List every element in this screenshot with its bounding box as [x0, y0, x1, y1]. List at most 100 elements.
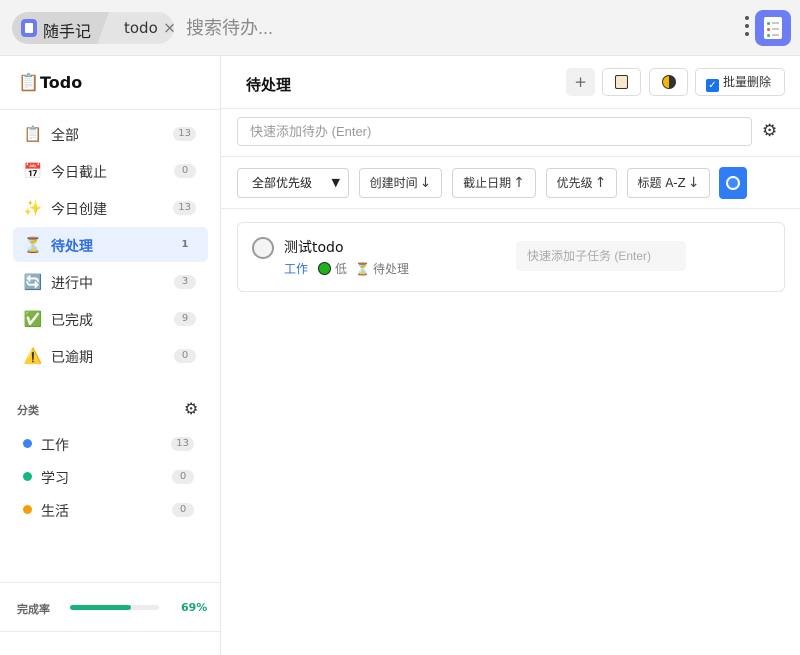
refresh-button[interactable] — [719, 167, 747, 199]
search-input[interactable] — [186, 14, 646, 42]
category-tag[interactable]: 工作 — [284, 262, 308, 276]
completion-progress-fill — [70, 605, 132, 610]
sort-due-label: 截止日期 — [463, 176, 512, 190]
count-badge: 3 — [174, 275, 196, 289]
checkbox-icon: ✓ — [706, 79, 719, 92]
clipboard-icon: 📋 — [23, 125, 43, 143]
status-label: 待处理 — [372, 262, 409, 276]
clipboard-icon: 📋 — [18, 73, 40, 93]
count-badge: 1 — [181, 239, 189, 250]
gear-icon[interactable]: ⚙ — [184, 399, 198, 418]
arrow-down-icon: ↓ — [419, 175, 432, 191]
count-badge: 13 — [171, 437, 194, 451]
subtask-input[interactable] — [516, 241, 686, 271]
priority-label: 低 — [335, 262, 348, 276]
todo-title[interactable]: 测试todo — [284, 237, 344, 257]
sort-created-label: 创建时间 — [369, 176, 418, 190]
arrow-up-icon: ↑ — [513, 175, 525, 191]
category-dot-icon — [23, 439, 32, 448]
sidebar-item-label: 已完成 — [51, 313, 93, 329]
batch-delete-button[interactable]: ✓ 批量删除 — [695, 68, 785, 96]
notes-button[interactable] — [602, 68, 641, 96]
green-circle-icon — [318, 262, 332, 275]
sort-due-button[interactable]: 截止日期 ↑ — [452, 168, 536, 198]
count-badge: 0 — [174, 349, 196, 363]
category-label: 工作 — [41, 438, 69, 454]
app-name: 随手记 — [43, 22, 92, 41]
count-badge: 0 — [172, 503, 194, 517]
category-dot-icon — [23, 472, 32, 481]
chevron-down-icon: ▼ — [331, 176, 340, 189]
close-icon[interactable]: × — [163, 18, 174, 37]
completion-label: 完成率 — [17, 603, 50, 616]
calendar-icon: 📅 — [23, 162, 43, 180]
tab-todo-label[interactable]: todo — [124, 19, 158, 37]
main-header: 待处理 + ✓ 批量删除 — [221, 56, 800, 109]
refresh-icon: 🔄 — [23, 273, 43, 291]
hourglass-icon: ⏳ — [23, 236, 43, 254]
top-bar: 随手记 todo × — [0, 0, 800, 56]
sidebar-item-label: 已逾期 — [51, 350, 93, 366]
count-badge: 9 — [174, 312, 196, 326]
category-item[interactable]: 工作 13 — [17, 430, 197, 456]
sidebar-item[interactable]: ⏳ 待处理 1 — [13, 227, 208, 262]
half-moon-icon — [661, 75, 676, 89]
sidebar-item-label: 全部 — [51, 128, 79, 144]
todo-plugin-icon[interactable] — [755, 10, 791, 46]
sidebar-item[interactable]: 🔄 进行中 3 — [13, 264, 208, 299]
sort-priority-button[interactable]: 优先级 ↑ — [546, 168, 617, 198]
sidebar-header: 📋 Todo — [0, 56, 220, 110]
app-tab[interactable]: 随手记 — [12, 12, 109, 44]
sidebar-title: Todo — [40, 73, 83, 92]
filter-bar: 全部优先级 ▼ 创建时间 ↓ 截止日期 ↑ 优先级 ↑ 标题 A-Z ↓ — [221, 156, 800, 209]
completion-rate: 完成率 69% — [0, 582, 220, 632]
tab-pill[interactable]: 随手记 todo × — [12, 12, 174, 44]
priority-select-value: 全部优先级 — [252, 176, 313, 190]
todo-card[interactable]: 测试todo 工作 低 ⏳ 待处理 — [237, 222, 785, 292]
sidebar-item[interactable]: 📅 今日截止 0 — [13, 153, 208, 188]
sidebar-item-label: 今日创建 — [51, 202, 107, 218]
category-item[interactable]: 生活 0 — [17, 496, 197, 522]
completion-progress-bar — [70, 605, 159, 610]
notebook-icon — [21, 19, 37, 37]
batch-delete-label: 批量删除 — [723, 75, 772, 89]
theme-toggle-button[interactable] — [649, 68, 688, 96]
gear-icon[interactable]: ⚙ — [762, 121, 777, 141]
warning-icon: ⚠️ — [23, 347, 43, 365]
sidebar-item-label: 待处理 — [51, 239, 93, 255]
category-label: 学习 — [41, 471, 69, 487]
sidebar-item[interactable]: ✨ 今日创建 13 — [13, 190, 208, 225]
sidebar-item[interactable]: 📋 全部 13 — [13, 116, 208, 151]
categories-title: 分类 — [17, 404, 39, 417]
refresh-icon — [726, 176, 740, 190]
sidebar-item-label: 今日截止 — [51, 165, 107, 181]
category-dot-icon — [23, 505, 32, 514]
count-badge: 0 — [174, 164, 196, 178]
page-title: 待处理 — [246, 76, 292, 94]
more-vertical-icon[interactable] — [744, 16, 750, 40]
arrow-down-icon: ↓ — [687, 175, 700, 191]
add-button[interactable]: + — [566, 68, 595, 96]
arrow-up-icon: ↑ — [594, 175, 607, 191]
category-label: 生活 — [41, 504, 69, 520]
sort-created-button[interactable]: 创建时间 ↓ — [359, 168, 442, 198]
sidebar: 📋 Todo 📋 全部 13 📅 今日截止 0 ✨ 今日创建 13 ⏳ 待处理 1 🔄 进行中 3 ✅ 已完成 9… — [0, 56, 221, 655]
check-box-icon: ✅ — [23, 310, 43, 328]
hourglass-icon: ⏳ — [355, 262, 370, 276]
sidebar-item-label: 进行中 — [51, 276, 93, 292]
complete-checkbox[interactable] — [252, 237, 274, 259]
count-badge: 0 — [172, 470, 194, 484]
sort-title-button[interactable]: 标题 A-Z ↓ — [627, 168, 710, 198]
completion-percent: 69% — [181, 601, 208, 614]
category-item[interactable]: 学习 0 — [17, 463, 197, 489]
sort-title-label: 标题 A-Z — [637, 176, 686, 190]
sidebar-item[interactable]: ✅ 已完成 9 — [13, 301, 208, 336]
quick-add-input[interactable] — [237, 117, 752, 146]
priority-select[interactable]: 全部优先级 ▼ — [237, 168, 349, 198]
count-badge: 13 — [173, 127, 196, 141]
sparkle-icon: ✨ — [23, 199, 43, 217]
main-panel: 待处理 + ✓批量删除 ⚙ 全部优先级 ▼ 创建时间↓ 截止日期↑ 优先级↑ 标… — [221, 56, 800, 655]
sidebar-item[interactable]: ⚠️ 已逾期 0 — [13, 338, 208, 373]
count-badge: 13 — [173, 201, 196, 215]
memo-icon — [615, 75, 628, 89]
